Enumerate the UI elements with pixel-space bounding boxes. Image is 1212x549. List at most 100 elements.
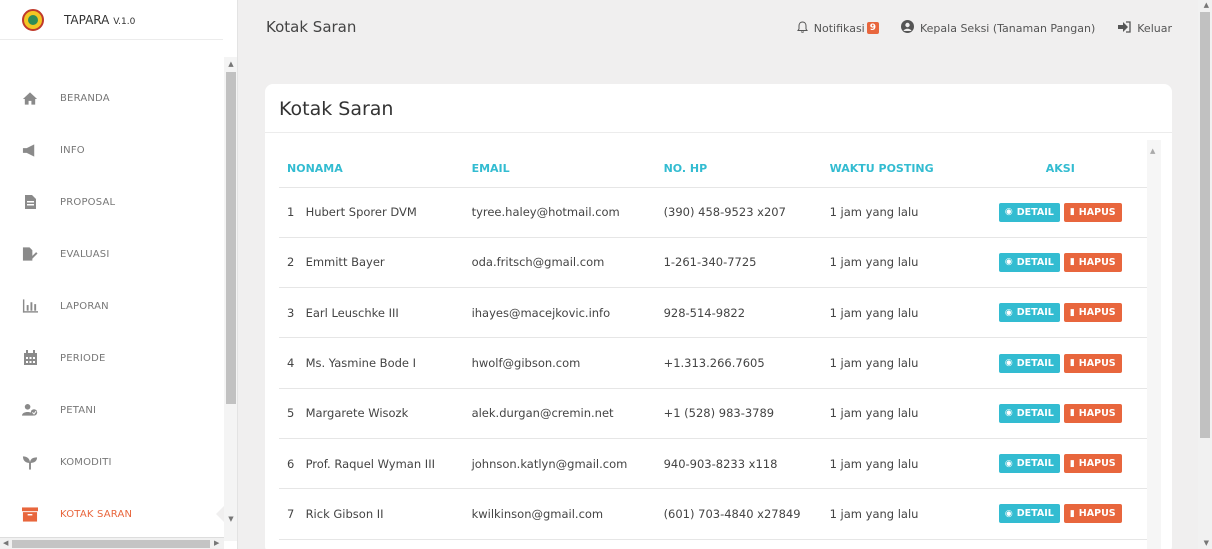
detail-button-label: DETAIL — [1016, 357, 1054, 369]
cell-aksi: ◉ DETAIL ▮ HAPUS — [973, 488, 1147, 540]
notification-button[interactable]: Notifikasi 9 — [796, 20, 879, 36]
sidebar-item-proposal[interactable]: PROPOSAL — [0, 176, 224, 228]
hapus-button-label: HAPUS — [1078, 508, 1116, 520]
notification-badge: 9 — [866, 22, 879, 34]
cell-waktu: 1 jam yang lalu — [829, 488, 974, 540]
detail-button[interactable]: ◉ DETAIL — [998, 303, 1060, 323]
detail-button[interactable]: ◉ DETAIL — [998, 252, 1060, 272]
detail-button[interactable]: ◉ DETAIL — [998, 353, 1060, 373]
notification-label: Notifikasi — [813, 21, 865, 35]
sidebar-item-komoditi[interactable]: KOMODITI — [0, 436, 224, 488]
cell-waktu: 1 jam yang lalu — [829, 337, 974, 389]
cell-aksi: ◉ DETAIL ▮ HAPUS — [973, 237, 1147, 289]
detail-button[interactable]: ◉ DETAIL — [998, 403, 1060, 423]
trash-icon: ▮ — [1069, 508, 1075, 519]
cell-email: ihayes@macejkovic.info — [471, 287, 664, 339]
table-row: 7 Rick Gibson II kwilkinson@gmail.com (6… — [279, 488, 1147, 540]
topbar-actions: Notifikasi 9 Kepala Seksi (Tanaman Panga… — [775, 20, 1172, 36]
detail-button-label: DETAIL — [1016, 256, 1054, 268]
megaphone-icon — [22, 142, 38, 158]
sidebar-menu: BERANDA INFO PROPOSAL EVALUASI LAPORAN P… — [0, 72, 224, 540]
sidebar-item-periode[interactable]: PERIODE — [0, 332, 224, 384]
sidebar-item-label: LAPORAN — [60, 300, 109, 312]
detail-button[interactable]: ◉ DETAIL — [998, 202, 1060, 222]
sidebar-item-label: PETANI — [60, 404, 97, 416]
hapus-button[interactable]: ▮ HAPUS — [1063, 202, 1122, 222]
logout-button[interactable]: Keluar — [1117, 20, 1172, 36]
bar-chart-icon — [22, 298, 38, 314]
detail-button[interactable]: ◉ DETAIL — [998, 454, 1060, 474]
logout-label: Keluar — [1137, 21, 1172, 35]
scroll-down-icon[interactable]: ▼ — [1204, 539, 1209, 547]
cell-waktu: 1 jam yang lalu — [829, 237, 974, 289]
hapus-button[interactable]: ▮ HAPUS — [1063, 353, 1122, 373]
sidebar-item-evaluasi[interactable]: EVALUASI — [0, 228, 224, 280]
hapus-button[interactable]: ▮ HAPUS — [1063, 454, 1122, 474]
brand-name: TAPARA V.1.0 — [64, 12, 136, 27]
sidebar-scroll-thumb[interactable] — [226, 72, 236, 404]
users-icon — [22, 402, 38, 418]
column-header-waktu[interactable]: WAKTU POSTING — [829, 150, 974, 188]
tapara-logo — [22, 8, 44, 31]
cell-aksi: ◉ DETAIL ▮ HAPUS — [973, 438, 1147, 490]
cell-aksi: ◉ DETAIL ▮ HAPUS — [973, 388, 1147, 439]
horizontal-scroll-thumb[interactable] — [12, 540, 210, 548]
archive-box-icon — [22, 506, 38, 522]
hapus-button-label: HAPUS — [1078, 206, 1116, 218]
column-header-no[interactable]: NO — [279, 150, 306, 188]
scroll-up-icon[interactable]: ▲ — [1150, 147, 1155, 155]
table-header-row: NO NAMA EMAIL NO. HP WAKTU POSTING AKSI — [279, 150, 1147, 188]
eye-icon: ◉ — [1004, 408, 1013, 419]
eye-icon: ◉ — [1004, 307, 1013, 318]
divider — [265, 132, 1172, 133]
pen-file-icon — [22, 246, 38, 262]
cell-hp: (390) 458-9523 x207 — [663, 187, 830, 238]
trash-icon: ▮ — [1069, 307, 1075, 318]
sidebar-item-info[interactable]: INFO — [0, 124, 224, 176]
scroll-down-icon[interactable]: ▼ — [226, 515, 236, 523]
brand[interactable]: TAPARA V.1.0 — [0, 0, 223, 40]
sidebar-item-kotak-saran[interactable]: KOTAK SARAN — [0, 488, 224, 540]
hapus-button-label: HAPUS — [1078, 307, 1116, 319]
sidebar-item-petani[interactable]: PETANI — [0, 384, 224, 436]
column-header-nama[interactable]: NAMA — [305, 150, 472, 188]
trash-icon: ▮ — [1069, 257, 1075, 268]
detail-button[interactable]: ◉ DETAIL — [998, 504, 1060, 524]
hapus-button[interactable]: ▮ HAPUS — [1063, 252, 1122, 272]
hapus-button[interactable]: ▮ HAPUS — [1063, 504, 1122, 524]
scroll-right-icon[interactable]: ▶ — [214, 539, 219, 547]
detail-button-label: DETAIL — [1016, 508, 1054, 520]
sidebar-horizontal-scrollbar[interactable]: ◀ ▶ — [0, 537, 224, 549]
hapus-button[interactable]: ▮ HAPUS — [1063, 403, 1122, 423]
cell-aksi: ◉ DETAIL ▮ HAPUS — [973, 287, 1147, 339]
document-icon — [22, 194, 38, 210]
active-indicator — [216, 506, 224, 522]
scroll-up-icon[interactable]: ▲ — [226, 60, 236, 68]
cell-no: 6 — [279, 438, 306, 490]
column-header-email[interactable]: EMAIL — [471, 150, 664, 188]
hapus-button-label: HAPUS — [1078, 407, 1116, 419]
sidebar-item-label: KOTAK SARAN — [60, 508, 133, 520]
cell-nama: Rick Gibson II — [305, 488, 472, 540]
trash-icon: ▮ — [1069, 207, 1075, 218]
cell-no: 4 — [279, 337, 306, 389]
sign-out-icon — [1117, 20, 1131, 36]
scroll-left-icon[interactable]: ◀ — [3, 539, 8, 547]
column-header-hp[interactable]: NO. HP — [663, 150, 830, 188]
eye-icon: ◉ — [1004, 257, 1013, 268]
scroll-up-icon[interactable]: ▲ — [1204, 1, 1209, 9]
cell-no: 5 — [279, 388, 306, 439]
user-menu[interactable]: Kepala Seksi (Tanaman Pangan) — [901, 20, 1095, 36]
hapus-button[interactable]: ▮ HAPUS — [1063, 303, 1122, 323]
cell-nama: Earl Leuschke III — [305, 287, 472, 339]
trash-icon: ▮ — [1069, 358, 1075, 369]
eye-icon: ◉ — [1004, 458, 1013, 469]
page-scroll-thumb[interactable] — [1200, 12, 1210, 438]
table-scrollbar[interactable] — [1147, 140, 1161, 549]
sidebar-item-beranda[interactable]: BERANDA — [0, 72, 224, 124]
cell-email: oda.fritsch@gmail.com — [471, 237, 664, 289]
sidebar-item-laporan[interactable]: LAPORAN — [0, 280, 224, 332]
column-header-aksi: AKSI — [973, 150, 1147, 188]
hapus-button-label: HAPUS — [1078, 357, 1116, 369]
user-circle-icon — [901, 20, 914, 36]
